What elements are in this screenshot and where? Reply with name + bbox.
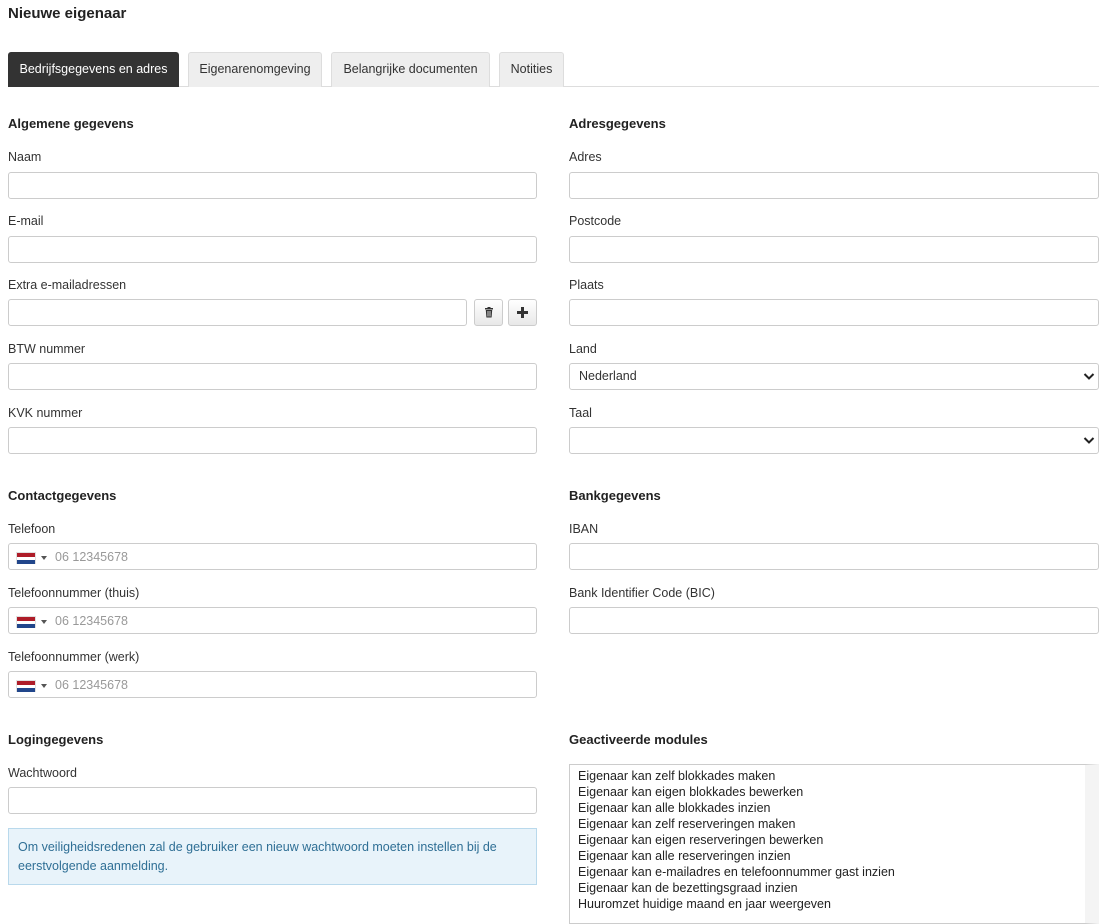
modules-listbox[interactable]: Eigenaar kan zelf blokkades maken Eigena… <box>569 764 1099 924</box>
flag-nl-icon[interactable] <box>16 680 36 692</box>
bic-input[interactable] <box>569 607 1099 634</box>
module-option[interactable]: Eigenaar kan zelf blokkades maken <box>578 768 1077 784</box>
tab-eigenarenomgeving[interactable]: Eigenarenomgeving <box>188 52 322 87</box>
caret-down-icon <box>41 684 47 688</box>
password-input[interactable] <box>8 787 537 814</box>
email-label: E-mail <box>8 214 44 228</box>
btw-label: BTW nummer <box>8 342 86 356</box>
section-heading-login: Logingegevens <box>8 732 104 747</box>
flag-nl-icon[interactable] <box>16 616 36 628</box>
chevron-down-icon <box>1083 437 1095 444</box>
page-title: Nieuwe eigenaar <box>8 5 127 22</box>
address-input[interactable] <box>569 172 1099 199</box>
phone-work-placeholder: 06 12345678 <box>55 678 128 692</box>
city-label: Plaats <box>569 278 604 292</box>
module-option[interactable]: Eigenaar kan e-mailadres en telefoonnumm… <box>578 864 1077 880</box>
section-heading-contact: Contactgegevens <box>8 488 117 503</box>
tab-bar: Bedrijfsgegevens en adres Eigenarenomgev… <box>8 52 1099 87</box>
extra-email-label: Extra e-mailadressen <box>8 278 127 292</box>
module-option[interactable]: Eigenaar kan alle reserveringen inzien <box>578 848 1077 864</box>
section-heading-bank: Bankgegevens <box>569 488 661 503</box>
name-label: Naam <box>8 150 42 164</box>
tab-belangrijke-documenten[interactable]: Belangrijke documenten <box>331 52 490 87</box>
iban-label: IBAN <box>569 522 599 536</box>
module-option[interactable]: Eigenaar kan alle blokkades inzien <box>578 800 1077 816</box>
phone-placeholder: 06 12345678 <box>55 550 128 564</box>
country-select-value: Nederland <box>579 369 637 383</box>
kvk-input[interactable] <box>8 427 537 454</box>
module-option[interactable]: Eigenaar kan de bezettingsgraad inzien <box>578 880 1077 896</box>
section-heading-address: Adresgegevens <box>569 116 666 131</box>
module-option[interactable]: Huuromzet huidige maand en jaar weergeve… <box>578 896 1077 912</box>
phone-home-input[interactable]: 06 12345678 <box>8 607 537 634</box>
country-label: Land <box>569 342 597 356</box>
phone-work-input[interactable]: 06 12345678 <box>8 671 537 698</box>
phone-home-label: Telefoonnummer (thuis) <box>8 586 140 600</box>
add-email-button[interactable] <box>508 299 537 326</box>
kvk-label: KVK nummer <box>8 406 83 420</box>
chevron-down-icon <box>1083 373 1095 380</box>
btw-input[interactable] <box>8 363 537 390</box>
extra-email-input[interactable] <box>8 299 467 326</box>
password-label: Wachtwoord <box>8 766 78 780</box>
section-heading-modules: Geactiveerde modules <box>569 732 708 747</box>
section-heading-general: Algemene gegevens <box>8 116 134 131</box>
caret-down-icon <box>41 556 47 560</box>
trash-icon <box>484 307 493 318</box>
city-input[interactable] <box>569 299 1099 326</box>
module-option[interactable]: Eigenaar kan eigen reserveringen bewerke… <box>578 832 1077 848</box>
module-option[interactable]: Eigenaar kan zelf reserveringen maken <box>578 816 1077 832</box>
plus-icon <box>517 307 528 318</box>
phone-input[interactable]: 06 12345678 <box>8 543 537 570</box>
phone-work-label: Telefoonnummer (werk) <box>8 650 140 664</box>
iban-input[interactable] <box>569 543 1099 570</box>
name-input[interactable] <box>8 172 537 199</box>
email-input[interactable] <box>8 236 537 263</box>
module-option[interactable]: Eigenaar kan eigen blokkades bewerken <box>578 784 1077 800</box>
password-info-alert: Om veiligheidsredenen zal de gebruiker e… <box>8 828 537 885</box>
bic-label: Bank Identifier Code (BIC) <box>569 586 715 600</box>
language-label: Taal <box>569 406 592 420</box>
phone-home-placeholder: 06 12345678 <box>55 614 128 628</box>
flag-nl-icon[interactable] <box>16 552 36 564</box>
phone-label: Telefoon <box>8 522 56 536</box>
postcode-input[interactable] <box>569 236 1099 263</box>
address-label: Adres <box>569 150 602 164</box>
language-select[interactable] <box>569 427 1099 454</box>
country-select[interactable]: Nederland <box>569 363 1099 390</box>
tab-notities[interactable]: Notities <box>499 52 564 87</box>
caret-down-icon <box>41 620 47 624</box>
delete-email-button[interactable] <box>474 299 503 326</box>
tab-bedrijfsgegevens[interactable]: Bedrijfsgegevens en adres <box>8 52 179 87</box>
postcode-label: Postcode <box>569 214 622 228</box>
